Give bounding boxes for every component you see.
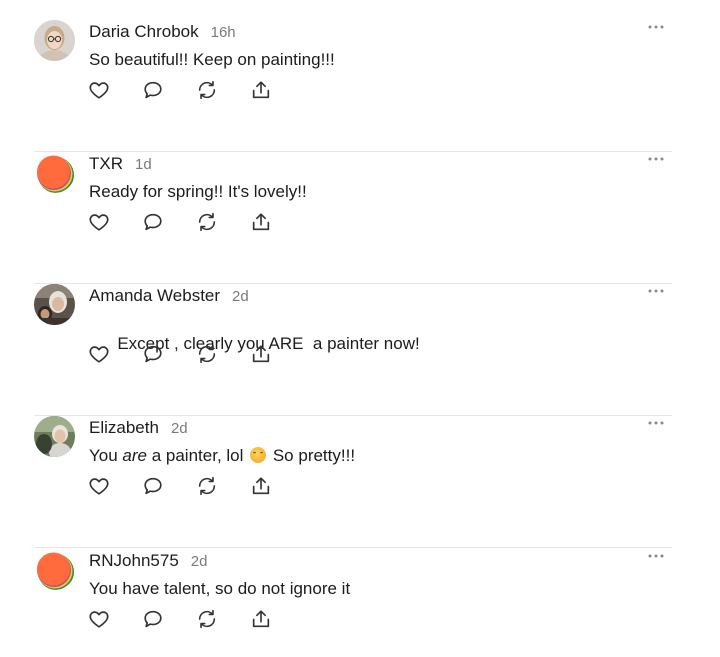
restack-icon <box>198 344 216 364</box>
comment-text-part: So beautiful!! Keep on painting!!! <box>89 50 335 69</box>
avatar[interactable] <box>34 416 75 457</box>
like-button[interactable] <box>88 209 142 235</box>
comment-timestamp[interactable]: 2d <box>232 288 249 305</box>
comment-bubble-icon <box>144 345 162 363</box>
like-button[interactable] <box>88 606 142 632</box>
more-options-button[interactable] <box>644 152 668 166</box>
comment-timestamp[interactable]: 1d <box>135 156 152 173</box>
comment-actions <box>88 341 304 367</box>
comment-text: You are a painter, lol So pretty!!! <box>89 446 355 466</box>
avatar[interactable] <box>34 284 75 325</box>
comment-actions <box>88 77 304 103</box>
comment-bubble-icon <box>144 477 162 495</box>
avatar[interactable] <box>34 152 75 193</box>
comment-author[interactable]: TXR <box>89 154 123 174</box>
share-icon <box>252 610 270 628</box>
heart-icon <box>89 214 109 231</box>
comment-item: Amanda Webster 2d Except , clearly you A… <box>34 284 672 416</box>
restack-button[interactable] <box>196 341 250 367</box>
avatar-photo <box>34 284 75 325</box>
comment-item: Elizabeth 2d You are a painter, lol So p… <box>34 416 672 548</box>
like-button[interactable] <box>88 341 142 367</box>
comment-actions <box>88 606 304 632</box>
comment-author[interactable]: Elizabeth <box>89 418 159 438</box>
heart-icon <box>89 346 109 363</box>
more-options-button[interactable] <box>644 20 668 34</box>
reply-button[interactable] <box>142 473 196 499</box>
reply-button[interactable] <box>142 209 196 235</box>
comment-actions <box>88 473 304 499</box>
avatar[interactable] <box>34 549 75 590</box>
more-options-button[interactable] <box>644 284 668 298</box>
comment-author[interactable]: Daria Chrobok <box>89 22 199 42</box>
more-options-button[interactable] <box>644 416 668 430</box>
share-button[interactable] <box>250 209 304 235</box>
avatar-photo <box>34 20 75 61</box>
avatar[interactable] <box>34 20 75 61</box>
comment-item: TXR 1d Ready for spring!! It's lovely!! <box>34 152 672 284</box>
comment-text-part: You have talent, so do not ignore it <box>89 579 351 598</box>
share-icon <box>252 345 270 363</box>
comment-text-part: Ready for spring!! It's lovely!! <box>89 182 307 201</box>
share-icon <box>252 213 270 231</box>
comment-text-part: So pretty!!! <box>268 446 356 465</box>
restack-icon <box>198 476 216 496</box>
more-dots-icon <box>648 25 664 29</box>
like-button[interactable] <box>88 77 142 103</box>
heart-icon <box>89 611 109 628</box>
comment-bubble-icon <box>144 213 162 231</box>
comment-text: So beautiful!! Keep on painting!!! <box>89 50 335 70</box>
reply-button[interactable] <box>142 77 196 103</box>
comment-timestamp[interactable]: 2d <box>191 553 208 570</box>
more-dots-icon <box>648 554 664 558</box>
avatar-photo <box>34 416 75 457</box>
comment-text-part: You <box>89 446 123 465</box>
heart-icon <box>89 82 109 99</box>
comment-text-part: a painter, lol <box>147 446 249 465</box>
restack-button[interactable] <box>196 209 250 235</box>
reply-button[interactable] <box>142 341 196 367</box>
like-button[interactable] <box>88 473 142 499</box>
comment-author[interactable]: Amanda Webster <box>89 286 220 306</box>
divider <box>34 547 672 548</box>
reply-button[interactable] <box>142 606 196 632</box>
more-dots-icon <box>648 157 664 161</box>
restack-icon <box>198 609 216 629</box>
comment-author[interactable]: RNJohn575 <box>89 551 179 571</box>
heart-icon <box>89 478 109 495</box>
comment-bubble-icon <box>144 81 162 99</box>
share-icon <box>252 81 270 99</box>
comment-text-emphasis: are <box>122 446 147 465</box>
restack-icon <box>198 212 216 232</box>
share-button[interactable] <box>250 341 304 367</box>
comment-timestamp[interactable]: 2d <box>171 420 188 437</box>
comment-bubble-icon <box>144 610 162 628</box>
default-avatar-icon <box>34 549 75 590</box>
hugging-face-emoji-icon <box>250 447 267 463</box>
share-icon <box>252 477 270 495</box>
comment-item: RNJohn575 2d You have talent, so do not … <box>34 549 672 657</box>
default-avatar-icon <box>34 152 75 193</box>
restack-button[interactable] <box>196 606 250 632</box>
share-button[interactable] <box>250 473 304 499</box>
comment-text: Ready for spring!! It's lovely!! <box>89 182 307 202</box>
share-button[interactable] <box>250 77 304 103</box>
share-button[interactable] <box>250 606 304 632</box>
more-dots-icon <box>648 289 664 293</box>
comment-actions <box>88 209 304 235</box>
comment-item: Daria Chrobok 16h So beautiful!! Keep on… <box>34 20 672 152</box>
comment-text: You have talent, so do not ignore it <box>89 579 350 599</box>
comment-timestamp[interactable]: 16h <box>211 24 236 41</box>
more-dots-icon <box>648 421 664 425</box>
restack-button[interactable] <box>196 77 250 103</box>
restack-button[interactable] <box>196 473 250 499</box>
more-options-button[interactable] <box>644 549 668 563</box>
restack-icon <box>198 80 216 100</box>
